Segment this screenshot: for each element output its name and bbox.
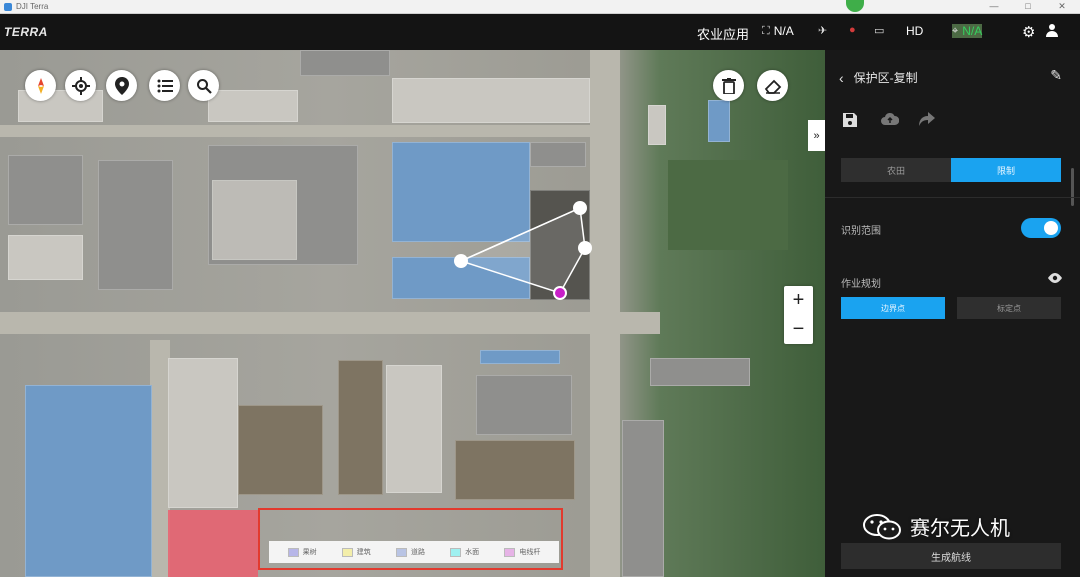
boundary-polygon[interactable] xyxy=(0,50,825,577)
minimize-button[interactable]: — xyxy=(986,1,1002,11)
maximize-button[interactable]: □ xyxy=(1020,1,1036,11)
camera-rec-icon: ● xyxy=(849,24,856,36)
tab-farmland[interactable]: 农田 xyxy=(841,158,951,182)
gps-status: ⌖ N/A xyxy=(952,24,983,38)
watermark: 赛尔无人机 xyxy=(862,512,1010,541)
watermark-text: 赛尔无人机 xyxy=(910,518,1010,540)
settings-gear-icon[interactable]: ⚙ xyxy=(1022,23,1035,41)
share-arrow-icon[interactable] xyxy=(919,112,935,131)
eraser-icon[interactable] xyxy=(757,70,788,101)
back-chevron-icon[interactable]: ‹ xyxy=(839,70,844,86)
generate-route-button[interactable]: 生成航线 xyxy=(841,543,1061,569)
legend-swatch xyxy=(341,547,353,557)
cloud-upload-icon[interactable] xyxy=(881,112,900,131)
boundary-point-button[interactable]: 边界点 xyxy=(841,297,945,319)
drone-signal-icon: ✈ xyxy=(818,25,828,37)
drone-signal-status: ✈ xyxy=(818,24,827,37)
locate-crosshair-icon[interactable] xyxy=(65,70,96,101)
toggle-knob xyxy=(1044,221,1058,235)
save-icon[interactable] xyxy=(842,112,858,133)
app-icon xyxy=(4,3,12,11)
legend-swatch xyxy=(504,547,516,557)
boundary-vertex-selected[interactable] xyxy=(553,286,567,300)
panel-title: 保护区-复制 xyxy=(853,71,918,85)
zoom-out-button[interactable]: − xyxy=(784,315,813,344)
satellite-map[interactable]: » + − 果树 建筑 道路 水面 电线杆 xyxy=(0,50,825,577)
mode-label[interactable]: 农业应用 xyxy=(697,24,749,43)
rtk-icon: ⛶ xyxy=(762,24,770,37)
legend-item: 电线杆 xyxy=(504,547,540,557)
trash-icon[interactable] xyxy=(713,70,744,101)
close-button[interactable]: ✕ xyxy=(1054,1,1070,12)
search-icon[interactable] xyxy=(188,70,219,101)
camera-status: ● xyxy=(849,24,856,36)
edit-pencil-icon[interactable]: ✎ xyxy=(1050,67,1062,84)
recognition-toggle-label: 识别范围 xyxy=(841,226,881,237)
tab-restricted[interactable]: 限制 xyxy=(951,158,1061,182)
legend-item: 果树 xyxy=(287,547,317,557)
planning-section-label: 作业规划 xyxy=(841,279,881,290)
compass-icon[interactable] xyxy=(25,70,56,101)
map-legend: 果树 建筑 道路 水面 电线杆 xyxy=(269,541,559,563)
battery-status: ▭ xyxy=(874,24,884,37)
app-topbar: TERRA 农业应用 ⛶ N/A ✈ ● ▭ HD ⌖ N/A ⚙ xyxy=(0,14,1080,50)
gps-icon: ⌖ xyxy=(952,24,959,37)
area-type-tabs: 农田 限制 xyxy=(841,158,1061,182)
panel-scrollbar[interactable] xyxy=(1071,168,1074,206)
calibration-point-button[interactable]: 标定点 xyxy=(957,297,1061,319)
brand-logo: TERRA xyxy=(4,25,48,39)
visibility-eye-icon[interactable] xyxy=(1048,272,1062,286)
hd-signal-icon: HD xyxy=(906,24,924,38)
legend-swatch xyxy=(395,547,407,557)
legend-item: 水面 xyxy=(450,547,479,557)
expand-panel-button[interactable]: » xyxy=(808,120,825,151)
boundary-vertex[interactable] xyxy=(573,201,587,215)
window-title: DJI Terra xyxy=(16,2,49,11)
legend-swatch xyxy=(450,547,462,557)
rtk-status: ⛶ N/A xyxy=(762,24,794,38)
panel-header: ‹ 保护区-复制 xyxy=(839,69,918,86)
boundary-vertex[interactable] xyxy=(578,241,592,255)
recognition-toggle[interactable] xyxy=(1021,218,1061,238)
map-pin-icon[interactable] xyxy=(106,70,137,101)
wechat-logo-icon xyxy=(862,513,902,540)
task-panel: ‹ 保护区-复制 ✎ 农田 限制 识别范围 作业规划 边界点 标定点 生成航线 xyxy=(825,50,1080,577)
window-titlebar: DJI Terra — □ ✕ xyxy=(0,0,1080,14)
legend-swatch xyxy=(287,547,299,557)
legend-item: 道路 xyxy=(395,547,425,557)
zoom-control: + − xyxy=(784,286,813,344)
user-account-icon[interactable] xyxy=(1045,23,1059,41)
battery-icon: ▭ xyxy=(874,25,885,37)
legend-item: 建筑 xyxy=(341,547,371,557)
zoom-in-button[interactable]: + xyxy=(784,286,813,315)
list-icon[interactable] xyxy=(149,70,180,101)
boundary-vertex[interactable] xyxy=(454,254,468,268)
panel-divider xyxy=(825,197,1080,198)
hd-signal-status: HD xyxy=(906,24,923,38)
